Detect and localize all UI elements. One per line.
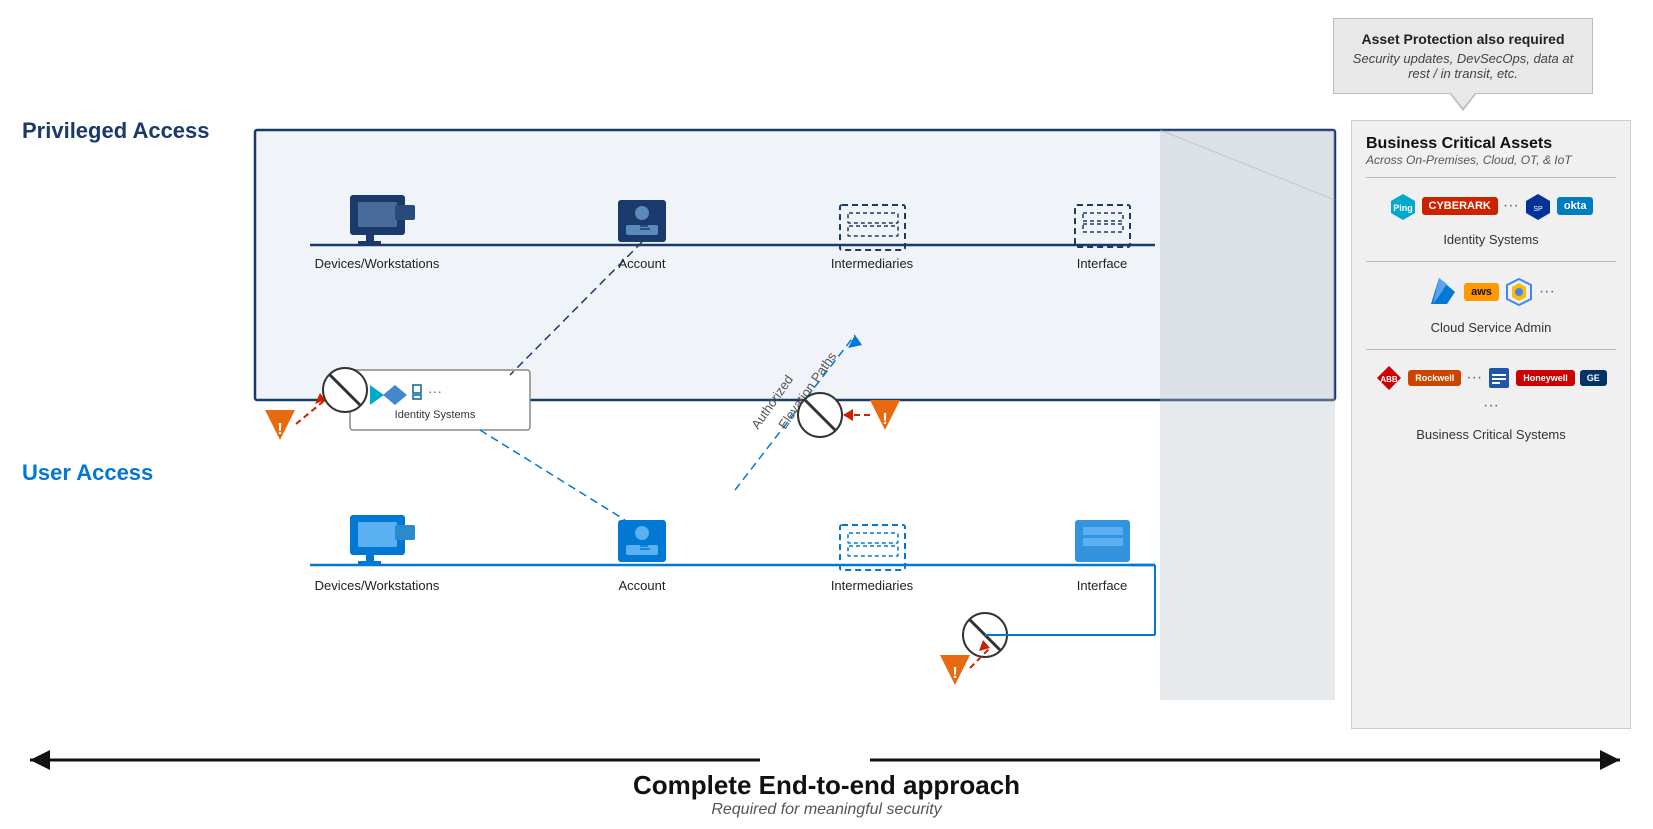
bottom-title: Complete End-to-end approach: [0, 770, 1653, 801]
svg-text:Intermediaries: Intermediaries: [831, 256, 914, 271]
bca-panel: Business Critical Assets Across On-Premi…: [1351, 120, 1631, 729]
bca-title: Business Critical Assets: [1366, 135, 1616, 153]
cyberark-logo: CYBERARK: [1422, 197, 1498, 215]
user-access-label: User Access: [22, 460, 153, 486]
rockwell-logo: Rockwell: [1408, 370, 1461, 386]
bottom-section: Complete End-to-end approach Required fo…: [0, 770, 1653, 819]
honeywell-logo: Honeywell: [1516, 370, 1575, 386]
svg-text:Interface: Interface: [1077, 578, 1128, 593]
bcs-label: Business Critical Systems: [1366, 427, 1616, 442]
svg-text:!: !: [882, 411, 887, 428]
callout-body: Security updates, DevSecOps, data at res…: [1350, 51, 1576, 81]
cloud-admin-label: Cloud Service Admin: [1366, 320, 1616, 335]
privileged-access-label: Privileged Access: [22, 118, 210, 144]
svg-text:Devices/Workstations: Devices/Workstations: [315, 578, 440, 593]
identity-systems-label: Identity Systems: [1366, 232, 1616, 247]
ge-logo: GE: [1580, 370, 1607, 386]
svg-text:···: ···: [428, 383, 442, 399]
svg-text:Interface: Interface: [1077, 256, 1128, 271]
svg-text:Account: Account: [619, 256, 666, 271]
ping-icon: Ping: [1389, 192, 1417, 220]
okta-logo: okta: [1557, 197, 1594, 215]
gcp-icon: [1504, 277, 1534, 307]
bca-subtitle: Across On-Premises, Cloud, OT, & IoT: [1366, 153, 1616, 167]
svg-text:Account: Account: [619, 578, 666, 593]
azure-icon: [1427, 276, 1459, 308]
asset-protection-callout: Asset Protection also required Security …: [1333, 18, 1593, 94]
svg-text:Authorized: Authorized: [748, 372, 796, 432]
callout-title: Asset Protection also required: [1350, 31, 1576, 47]
svg-text:Elevation Paths: Elevation Paths: [775, 349, 839, 432]
svg-text:!: !: [277, 421, 282, 438]
abb-icon: ABB: [1375, 364, 1403, 392]
svg-text:Ping: Ping: [1393, 203, 1413, 213]
cloud-more: ···: [1539, 283, 1555, 301]
bcs-icon1: [1487, 366, 1511, 390]
bcs-logos: ABB Rockwell ··· Honeywell GE ···: [1366, 358, 1616, 421]
bcs-more-1: ···: [1466, 369, 1482, 387]
svg-text:Identity Systems: Identity Systems: [395, 409, 476, 421]
cloud-logos: aws ···: [1366, 270, 1616, 314]
svg-text:!: !: [952, 665, 957, 682]
svg-text:Intermediaries: Intermediaries: [831, 578, 914, 593]
identity-more: ···: [1503, 197, 1519, 215]
svg-text:SP: SP: [1533, 206, 1543, 213]
sailpoint-icon: SP: [1524, 192, 1552, 220]
svg-text:Devices/Workstations: Devices/Workstations: [315, 256, 440, 271]
identity-logos: Ping CYBERARK ··· SP okta: [1366, 186, 1616, 226]
cloud-admin-section: aws ··· Cloud Service Admin: [1366, 270, 1616, 335]
bottom-sub: Required for meaningful security: [0, 801, 1653, 819]
bcs-more-2: ···: [1483, 397, 1499, 415]
svg-text:ABB: ABB: [1381, 375, 1399, 384]
bcs-section: ABB Rockwell ··· Honeywell GE ··· Busine…: [1366, 358, 1616, 442]
identity-systems-section: Ping CYBERARK ··· SP okta Identity Syste…: [1366, 186, 1616, 247]
aws-logo: aws: [1464, 283, 1499, 301]
